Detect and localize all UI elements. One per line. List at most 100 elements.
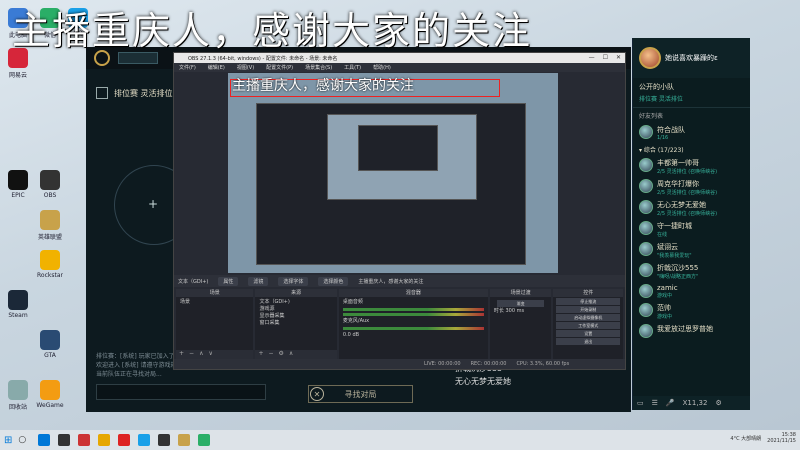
- party-header: 公开的小队: [639, 83, 674, 91]
- friend-status: 2/5 灵活排位 (召唤师峡谷): [657, 190, 718, 196]
- profile-name: 她说喜欢暴躁的ε: [665, 54, 718, 62]
- taskbar-app-icon[interactable]: [138, 434, 151, 446]
- friend-category[interactable]: ▾ 综合 (17/223): [633, 143, 750, 156]
- friend-status: "嗨呀/战略正西方": [657, 274, 699, 280]
- volume-slider[interactable]: [342, 313, 484, 316]
- taskbar-app-icon[interactable]: [158, 434, 171, 446]
- cancel-queue-icon[interactable]: ✕: [310, 387, 324, 401]
- avatar[interactable]: [639, 47, 661, 69]
- party-section: 公开的小队 排位赛 灵活排位: [633, 78, 750, 108]
- search-icon[interactable]: ○: [18, 435, 26, 445]
- minimize-icon[interactable]: —: [589, 54, 595, 61]
- desktop-icon[interactable]: 回收站: [4, 380, 32, 411]
- source-item[interactable]: 显示器采集: [259, 313, 332, 320]
- start-recording-button[interactable]: 开始录制: [556, 306, 620, 313]
- taskbar-app-icon[interactable]: [118, 434, 131, 446]
- friends-panel: 她说喜欢暴躁的ε 公开的小队 排位赛 灵活排位 好友列表 符合战队 1/16 ▾…: [632, 38, 750, 410]
- up-icon[interactable]: ∧: [289, 350, 293, 359]
- duration-label: 时长: [493, 308, 504, 314]
- friend-item[interactable]: 丰都第一帅哥 2/5 灵活排位 (召唤师峡谷): [633, 156, 750, 177]
- source-item[interactable]: 文本（GDI+): [259, 299, 332, 306]
- menu-file[interactable]: 文件(F): [179, 64, 196, 71]
- gear-icon[interactable]: ⚙: [715, 399, 721, 407]
- desktop-icon[interactable]: Rockstar: [36, 250, 64, 279]
- lobby-chat-input[interactable]: [96, 384, 266, 400]
- list-icon[interactable]: ☰: [652, 399, 658, 407]
- friend-item[interactable]: zamic 游戏中: [633, 282, 750, 301]
- desktop-icon[interactable]: WeGame: [36, 380, 64, 409]
- taskbar-app-icon[interactable]: [198, 434, 211, 446]
- filters-button[interactable]: 滤镜: [248, 276, 269, 286]
- friend-name: 斌诩云: [657, 243, 678, 251]
- obs-title: OBS 27.1.3 (64-bit, windows) - 配置文件: 未命名…: [188, 55, 338, 62]
- maximize-icon[interactable]: ☐: [603, 54, 608, 61]
- desktop-icon-label: Steam: [8, 312, 28, 319]
- taskbar-app-icon[interactable]: [78, 434, 91, 446]
- mic-icon[interactable]: 🎤: [666, 399, 675, 407]
- desktop-icon[interactable]: Steam: [4, 290, 32, 319]
- friend-item[interactable]: 范帅 游戏中: [633, 301, 750, 322]
- transition-select[interactable]: 渐变: [496, 300, 545, 307]
- up-icon[interactable]: ∧: [199, 350, 203, 359]
- remove-icon[interactable]: −: [269, 350, 274, 359]
- friend-item[interactable]: 折戟沉沙555 "嗨呀/战略正西方": [633, 261, 750, 282]
- friend-item[interactable]: 守一捷町城 在线: [633, 219, 750, 240]
- menu-profile[interactable]: 配置文件(P): [266, 64, 293, 71]
- down-icon[interactable]: ∨: [208, 350, 212, 359]
- avatar: [639, 303, 653, 317]
- weather[interactable]: 4°C 大部晴朗: [730, 435, 761, 442]
- windows-start-icon[interactable]: ⊞: [4, 435, 12, 446]
- desktop-icon[interactable]: OBS: [36, 170, 64, 199]
- chat-icon[interactable]: ▭: [637, 399, 644, 407]
- friends-bottom-bar: ▭ ☰ 🎤 X11,32 ⚙: [633, 396, 750, 410]
- gear-icon[interactable]: ⚙: [279, 350, 284, 359]
- stream-title-overlay: 主播重庆人，感谢大家的关注: [12, 9, 533, 53]
- menu-help[interactable]: 帮助(H): [373, 64, 391, 71]
- system-tray: 4°C 大部晴朗 15:38 2021/11/15: [730, 432, 796, 444]
- obs-preview[interactable]: 主播重庆人，感谢大家的关注: [228, 73, 558, 273]
- properties-button[interactable]: 属性: [218, 276, 239, 286]
- rec-timer: REC: 00:00:00: [470, 361, 507, 367]
- remove-icon[interactable]: −: [189, 350, 194, 359]
- team-item[interactable]: 符合战队 1/16: [633, 123, 750, 143]
- desktop-icon[interactable]: EPIC: [4, 170, 32, 199]
- source-item[interactable]: 窗口采集: [259, 320, 332, 327]
- desktop-icon[interactable]: GTA: [36, 330, 64, 359]
- obs-docks: 场景 场景 + − ∧ ∨ 来源 文本（GDI+) 游戏源 显示器采集 窗口采集 + −…: [174, 289, 625, 359]
- friend-item[interactable]: 我爱放过思罗普她: [633, 322, 750, 340]
- taskbar-app-icon[interactable]: [178, 434, 191, 446]
- taskbar-app-icon[interactable]: [38, 434, 51, 446]
- clock[interactable]: 15:38 2021/11/15: [767, 432, 796, 444]
- virtual-camera-button[interactable]: 启动虚拟摄像机: [556, 314, 620, 321]
- desktop-icon[interactable]: 英雄联盟: [36, 210, 64, 241]
- select-color-button[interactable]: 选择颜色: [318, 276, 349, 286]
- close-icon[interactable]: ✕: [616, 54, 621, 61]
- duration-input[interactable]: 300 ms: [506, 308, 525, 314]
- scenes-header: 场景: [176, 289, 254, 297]
- friend-item[interactable]: 周克华打爆你 2/5 灵活排位 (召唤师峡谷): [633, 177, 750, 198]
- select-font-button[interactable]: 选择字体: [278, 276, 309, 286]
- friend-item[interactable]: 无心无梦无爱她 2/5 灵活排位 (召唤师峡谷): [633, 198, 750, 219]
- menu-edit[interactable]: 编辑(E): [208, 64, 225, 71]
- stop-streaming-button[interactable]: 停止推流: [556, 298, 620, 305]
- friend-item[interactable]: 斌诩云 "我羡慕我爱玩": [633, 240, 750, 261]
- queue-mode: 排位赛 灵活排位: [96, 87, 173, 99]
- menu-scene-collection[interactable]: 场景集合(S): [305, 64, 332, 71]
- plus-icon[interactable]: +: [148, 197, 158, 211]
- taskbar-app-icon[interactable]: [98, 434, 111, 446]
- taskbar: ⊞ ○ 4°C 大部晴朗 15:38 2021/11/15: [0, 430, 800, 450]
- settings-button[interactable]: 设置: [556, 330, 620, 337]
- scene-item[interactable]: 场景: [180, 299, 249, 306]
- add-icon[interactable]: +: [258, 350, 263, 359]
- live-timer: LIVE: 00:00:00: [424, 361, 461, 367]
- exit-button[interactable]: 退出: [556, 338, 620, 345]
- menu-tools[interactable]: 工具(T): [344, 64, 361, 71]
- friend-name: 无心无梦无爱她: [657, 201, 706, 209]
- menu-view[interactable]: 视图(V): [237, 64, 254, 71]
- scenes-dock: 场景 场景 + − ∧ ∨: [176, 289, 254, 359]
- studio-mode-button[interactable]: 工作室模式: [556, 322, 620, 329]
- avatar: [639, 221, 653, 235]
- add-icon[interactable]: +: [179, 350, 184, 359]
- taskbar-app-icon[interactable]: [58, 434, 71, 446]
- source-item[interactable]: 游戏源: [259, 306, 332, 313]
